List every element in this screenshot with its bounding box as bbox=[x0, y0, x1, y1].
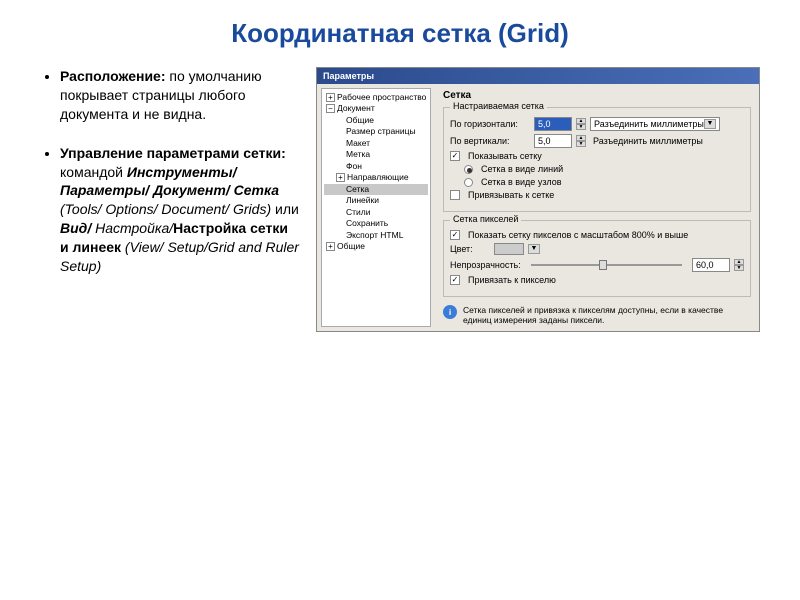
panel-heading: Сетка bbox=[443, 90, 751, 101]
tree-general[interactable]: Общие bbox=[324, 115, 428, 126]
bullet-list: Расположение: по умолчанию покрывает стр… bbox=[40, 67, 300, 332]
settings-panel: Сетка Настраиваемая сетка По горизонтали… bbox=[435, 84, 759, 331]
horiz-label: По горизонтали: bbox=[450, 119, 530, 129]
chevron-down-icon[interactable]: ▼ bbox=[528, 244, 540, 254]
show-grid-checkbox[interactable]: ✓ bbox=[450, 151, 460, 161]
tree-rulers[interactable]: Линейки bbox=[324, 195, 428, 206]
opacity-slider[interactable] bbox=[531, 264, 682, 266]
custom-grid-group: Настраиваемая сетка По горизонтали: 5,0 … bbox=[443, 107, 751, 212]
tree-workspace[interactable]: +Рабочее пространство bbox=[324, 92, 428, 103]
horiz-spinner[interactable]: ▲▼ bbox=[576, 118, 586, 130]
tree-layout[interactable]: Макет bbox=[324, 138, 428, 149]
slider-thumb[interactable] bbox=[599, 260, 607, 270]
tree-document[interactable]: −Документ bbox=[324, 103, 428, 114]
tree-global[interactable]: +Общие bbox=[324, 241, 428, 252]
color-picker[interactable] bbox=[494, 243, 524, 255]
pixel-grid-group: Сетка пикселей ✓Показать сетку пикселов … bbox=[443, 220, 751, 297]
expand-icon[interactable]: + bbox=[326, 93, 335, 102]
bullet-1: Расположение: по умолчанию покрывает стр… bbox=[60, 67, 300, 124]
tree-save[interactable]: Сохранить bbox=[324, 218, 428, 229]
tree-background[interactable]: Фон bbox=[324, 161, 428, 172]
vert-input[interactable]: 5,0 bbox=[534, 134, 572, 148]
group1-title: Настраиваемая сетка bbox=[450, 101, 547, 111]
vert-label: По вертикали: bbox=[450, 136, 530, 146]
vert-spinner[interactable]: ▲▼ bbox=[576, 135, 586, 147]
chevron-down-icon: ▼ bbox=[704, 119, 716, 129]
snap-grid-checkbox[interactable] bbox=[450, 190, 460, 200]
collapse-icon[interactable]: − bbox=[326, 104, 335, 113]
expand-icon[interactable]: + bbox=[336, 173, 345, 182]
options-dialog: Параметры +Рабочее пространство −Докумен… bbox=[316, 67, 760, 332]
show-pixel-checkbox[interactable]: ✓ bbox=[450, 230, 460, 240]
vert-unit-label: Разъединить миллиметры bbox=[590, 135, 720, 147]
opacity-input[interactable]: 60,0 bbox=[692, 258, 730, 272]
tree-styles[interactable]: Стили bbox=[324, 207, 428, 218]
info-icon: i bbox=[443, 305, 457, 319]
tree-guides[interactable]: +Направляющие bbox=[324, 172, 428, 183]
opacity-label: Непрозрачность: bbox=[450, 260, 521, 270]
tree-pagesize[interactable]: Размер страницы bbox=[324, 126, 428, 137]
opacity-spinner[interactable]: ▲▼ bbox=[734, 259, 744, 271]
info-note: i Сетка пикселей и привязка к пикселям д… bbox=[443, 305, 751, 325]
horiz-unit-dropdown[interactable]: Разъединить миллиметры▼ bbox=[590, 117, 720, 131]
grid-nodes-radio[interactable] bbox=[464, 178, 473, 187]
bullet-2: Управление параметрами сетки: командой И… bbox=[60, 144, 300, 276]
b2-label: Управление параметрами сетки: bbox=[60, 145, 286, 161]
tree-export[interactable]: Экспорт HTML bbox=[324, 230, 428, 241]
slide-title: Координатная сетка (Grid) bbox=[40, 18, 760, 49]
group2-title: Сетка пикселей bbox=[450, 214, 521, 224]
tree-label[interactable]: Метка bbox=[324, 149, 428, 160]
expand-icon[interactable]: + bbox=[326, 242, 335, 251]
color-label: Цвет: bbox=[450, 244, 490, 254]
dialog-titlebar: Параметры bbox=[317, 68, 759, 84]
grid-lines-radio[interactable] bbox=[464, 165, 473, 174]
snap-pixel-checkbox[interactable]: ✓ bbox=[450, 275, 460, 285]
tree-grid[interactable]: Сетка bbox=[324, 184, 428, 195]
horiz-input[interactable]: 5,0 bbox=[534, 117, 572, 131]
b1-label: Расположение: bbox=[60, 68, 166, 84]
nav-tree[interactable]: +Рабочее пространство −Документ Общие Ра… bbox=[321, 88, 431, 327]
